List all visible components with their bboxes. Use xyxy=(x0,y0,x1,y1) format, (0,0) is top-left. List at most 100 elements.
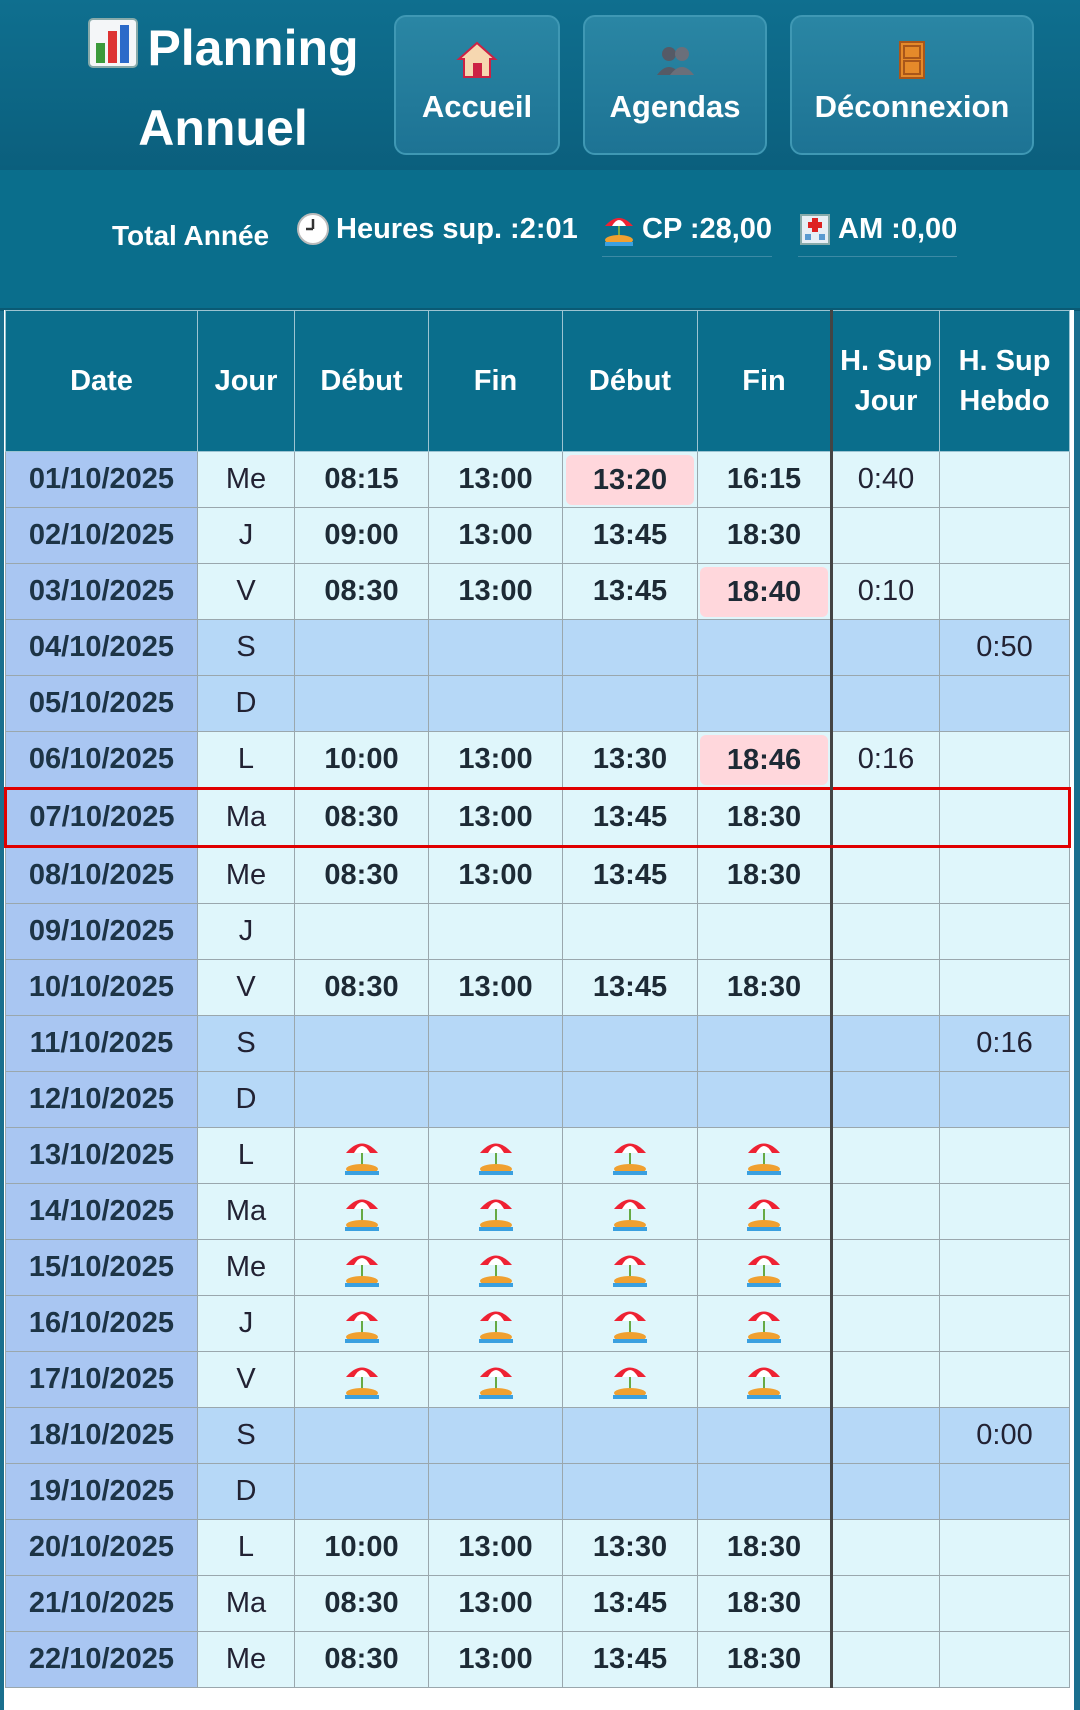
cell-end-pm[interactable] xyxy=(697,1071,832,1128)
cell-start-am[interactable] xyxy=(294,1071,429,1128)
cell-start-am[interactable] xyxy=(294,675,429,732)
cell-start-am[interactable] xyxy=(294,619,429,676)
cell-end-pm[interactable] xyxy=(697,619,832,676)
cell-end-am[interactable] xyxy=(428,619,563,676)
table-row[interactable]: 11/10/2025 S 0:16 xyxy=(5,1015,1070,1072)
cell-end-pm[interactable]: 16:15 xyxy=(697,451,832,508)
cell-end-pm[interactable] xyxy=(697,1407,832,1464)
cell-end-pm[interactable]: 18:30 xyxy=(697,1519,832,1576)
cell-end-pm[interactable] xyxy=(697,1351,832,1408)
cell-end-pm[interactable] xyxy=(697,1127,832,1184)
cell-start-pm[interactable]: 13:45 xyxy=(562,563,698,620)
cell-end-am[interactable]: 13:00 xyxy=(428,1631,563,1688)
cell-end-pm[interactable]: 18:30 xyxy=(697,846,832,904)
cell-end-pm[interactable]: 18:30 xyxy=(697,787,832,848)
cell-end-pm[interactable] xyxy=(697,1015,832,1072)
cell-start-am[interactable] xyxy=(294,1127,429,1184)
table-row[interactable]: 20/10/2025 L 10:00 13:00 13:30 18:30 xyxy=(5,1519,1070,1576)
table-row[interactable]: 17/10/2025 V xyxy=(5,1351,1070,1408)
table-row[interactable]: 08/10/2025 Me 08:30 13:00 13:45 18:30 xyxy=(5,846,1070,904)
cell-end-am[interactable] xyxy=(428,1407,563,1464)
cell-start-am[interactable] xyxy=(294,1295,429,1352)
cell-start-am[interactable]: 09:00 xyxy=(294,507,429,564)
table-row[interactable]: 13/10/2025 L xyxy=(5,1127,1070,1184)
cell-end-pm[interactable] xyxy=(697,1463,832,1520)
cell-end-am[interactable]: 13:00 xyxy=(428,1575,563,1632)
cell-start-am[interactable]: 10:00 xyxy=(294,1519,429,1576)
cell-end-am[interactable]: 13:00 xyxy=(428,846,563,904)
cell-end-am[interactable] xyxy=(428,1351,563,1408)
cell-start-pm[interactable] xyxy=(562,1295,698,1352)
cell-end-am[interactable]: 13:00 xyxy=(428,507,563,564)
table-row[interactable]: 05/10/2025 D xyxy=(5,675,1070,732)
table-row[interactable]: 02/10/2025 J 09:00 13:00 13:45 18:30 xyxy=(5,507,1070,564)
cell-end-pm[interactable] xyxy=(697,1295,832,1352)
cell-end-am[interactable]: 13:00 xyxy=(428,563,563,620)
table-row[interactable]: 12/10/2025 D xyxy=(5,1071,1070,1128)
cell-end-pm[interactable]: 18:30 xyxy=(697,507,832,564)
cell-start-pm[interactable] xyxy=(562,903,698,960)
cell-end-pm[interactable] xyxy=(697,1183,832,1240)
cell-end-am[interactable] xyxy=(428,903,563,960)
cell-end-am[interactable]: 13:00 xyxy=(428,787,563,848)
cell-start-pm[interactable] xyxy=(562,1239,698,1296)
cell-start-am[interactable]: 08:30 xyxy=(294,1575,429,1632)
cell-start-am[interactable] xyxy=(294,1351,429,1408)
table-row[interactable]: 14/10/2025 Ma xyxy=(5,1183,1070,1240)
cell-start-pm[interactable] xyxy=(562,675,698,732)
table-row[interactable]: 18/10/2025 S 0:00 xyxy=(5,1407,1070,1464)
cell-start-am[interactable]: 08:30 xyxy=(294,787,429,848)
cell-end-am[interactable]: 13:00 xyxy=(428,731,563,789)
cell-end-am[interactable]: 13:00 xyxy=(428,1519,563,1576)
cell-start-am[interactable] xyxy=(294,1183,429,1240)
cell-start-pm[interactable]: 13:45 xyxy=(562,846,698,904)
cell-end-am[interactable] xyxy=(428,1015,563,1072)
cell-end-pm[interactable]: 18:30 xyxy=(697,1575,832,1632)
table-row[interactable]: 01/10/2025 Me 08:15 13:00 13:20 16:15 0:40 xyxy=(5,451,1070,508)
home-button[interactable]: Accueil xyxy=(394,15,560,155)
cell-end-am[interactable] xyxy=(428,1127,563,1184)
cell-start-pm[interactable]: 13:20 xyxy=(562,451,698,508)
cell-end-am[interactable] xyxy=(428,1239,563,1296)
cell-start-pm[interactable] xyxy=(562,1407,698,1464)
table-row[interactable]: 07/10/2025 Ma 08:30 13:00 13:45 18:30 xyxy=(4,787,1071,848)
cell-end-am[interactable] xyxy=(428,675,563,732)
table-row[interactable]: 22/10/2025 Me 08:30 13:00 13:45 18:30 xyxy=(5,1631,1070,1688)
cell-start-am[interactable]: 08:30 xyxy=(294,563,429,620)
cell-end-am[interactable] xyxy=(428,1071,563,1128)
cell-start-am[interactable] xyxy=(294,1463,429,1520)
cell-end-pm[interactable] xyxy=(697,903,832,960)
cell-start-pm[interactable]: 13:30 xyxy=(562,1519,698,1576)
cell-end-am[interactable] xyxy=(428,1183,563,1240)
cell-end-pm[interactable]: 18:30 xyxy=(697,959,832,1016)
cell-end-pm[interactable]: 18:46 xyxy=(697,731,832,789)
table-row[interactable]: 10/10/2025 V 08:30 13:00 13:45 18:30 xyxy=(5,959,1070,1016)
cell-start-pm[interactable]: 13:45 xyxy=(562,1631,698,1688)
cell-start-pm[interactable] xyxy=(562,1351,698,1408)
cell-start-pm[interactable]: 13:45 xyxy=(562,507,698,564)
cell-start-pm[interactable]: 13:30 xyxy=(562,731,698,789)
cell-start-am[interactable] xyxy=(294,1239,429,1296)
table-row[interactable]: 09/10/2025 J xyxy=(5,903,1070,960)
cell-start-pm[interactable]: 13:45 xyxy=(562,787,698,848)
cell-start-pm[interactable] xyxy=(562,1463,698,1520)
cell-start-am[interactable]: 08:15 xyxy=(294,451,429,508)
table-row[interactable]: 15/10/2025 Me xyxy=(5,1239,1070,1296)
cell-start-am[interactable]: 08:30 xyxy=(294,846,429,904)
cell-start-pm[interactable] xyxy=(562,1071,698,1128)
cell-start-am[interactable]: 08:30 xyxy=(294,959,429,1016)
cell-start-am[interactable] xyxy=(294,903,429,960)
cell-start-pm[interactable] xyxy=(562,619,698,676)
table-row[interactable]: 19/10/2025 D xyxy=(5,1463,1070,1520)
cell-start-pm[interactable] xyxy=(562,1183,698,1240)
cell-start-am[interactable]: 08:30 xyxy=(294,1631,429,1688)
cell-end-am[interactable]: 13:00 xyxy=(428,451,563,508)
logout-button[interactable]: Déconnexion xyxy=(790,15,1034,155)
table-row[interactable]: 03/10/2025 V 08:30 13:00 13:45 18:40 0:10 xyxy=(5,563,1070,620)
cell-start-pm[interactable] xyxy=(562,1127,698,1184)
cell-start-am[interactable] xyxy=(294,1015,429,1072)
table-row[interactable]: 21/10/2025 Ma 08:30 13:00 13:45 18:30 xyxy=(5,1575,1070,1632)
cell-end-am[interactable] xyxy=(428,1295,563,1352)
cell-start-pm[interactable] xyxy=(562,1015,698,1072)
cell-end-pm[interactable] xyxy=(697,1239,832,1296)
